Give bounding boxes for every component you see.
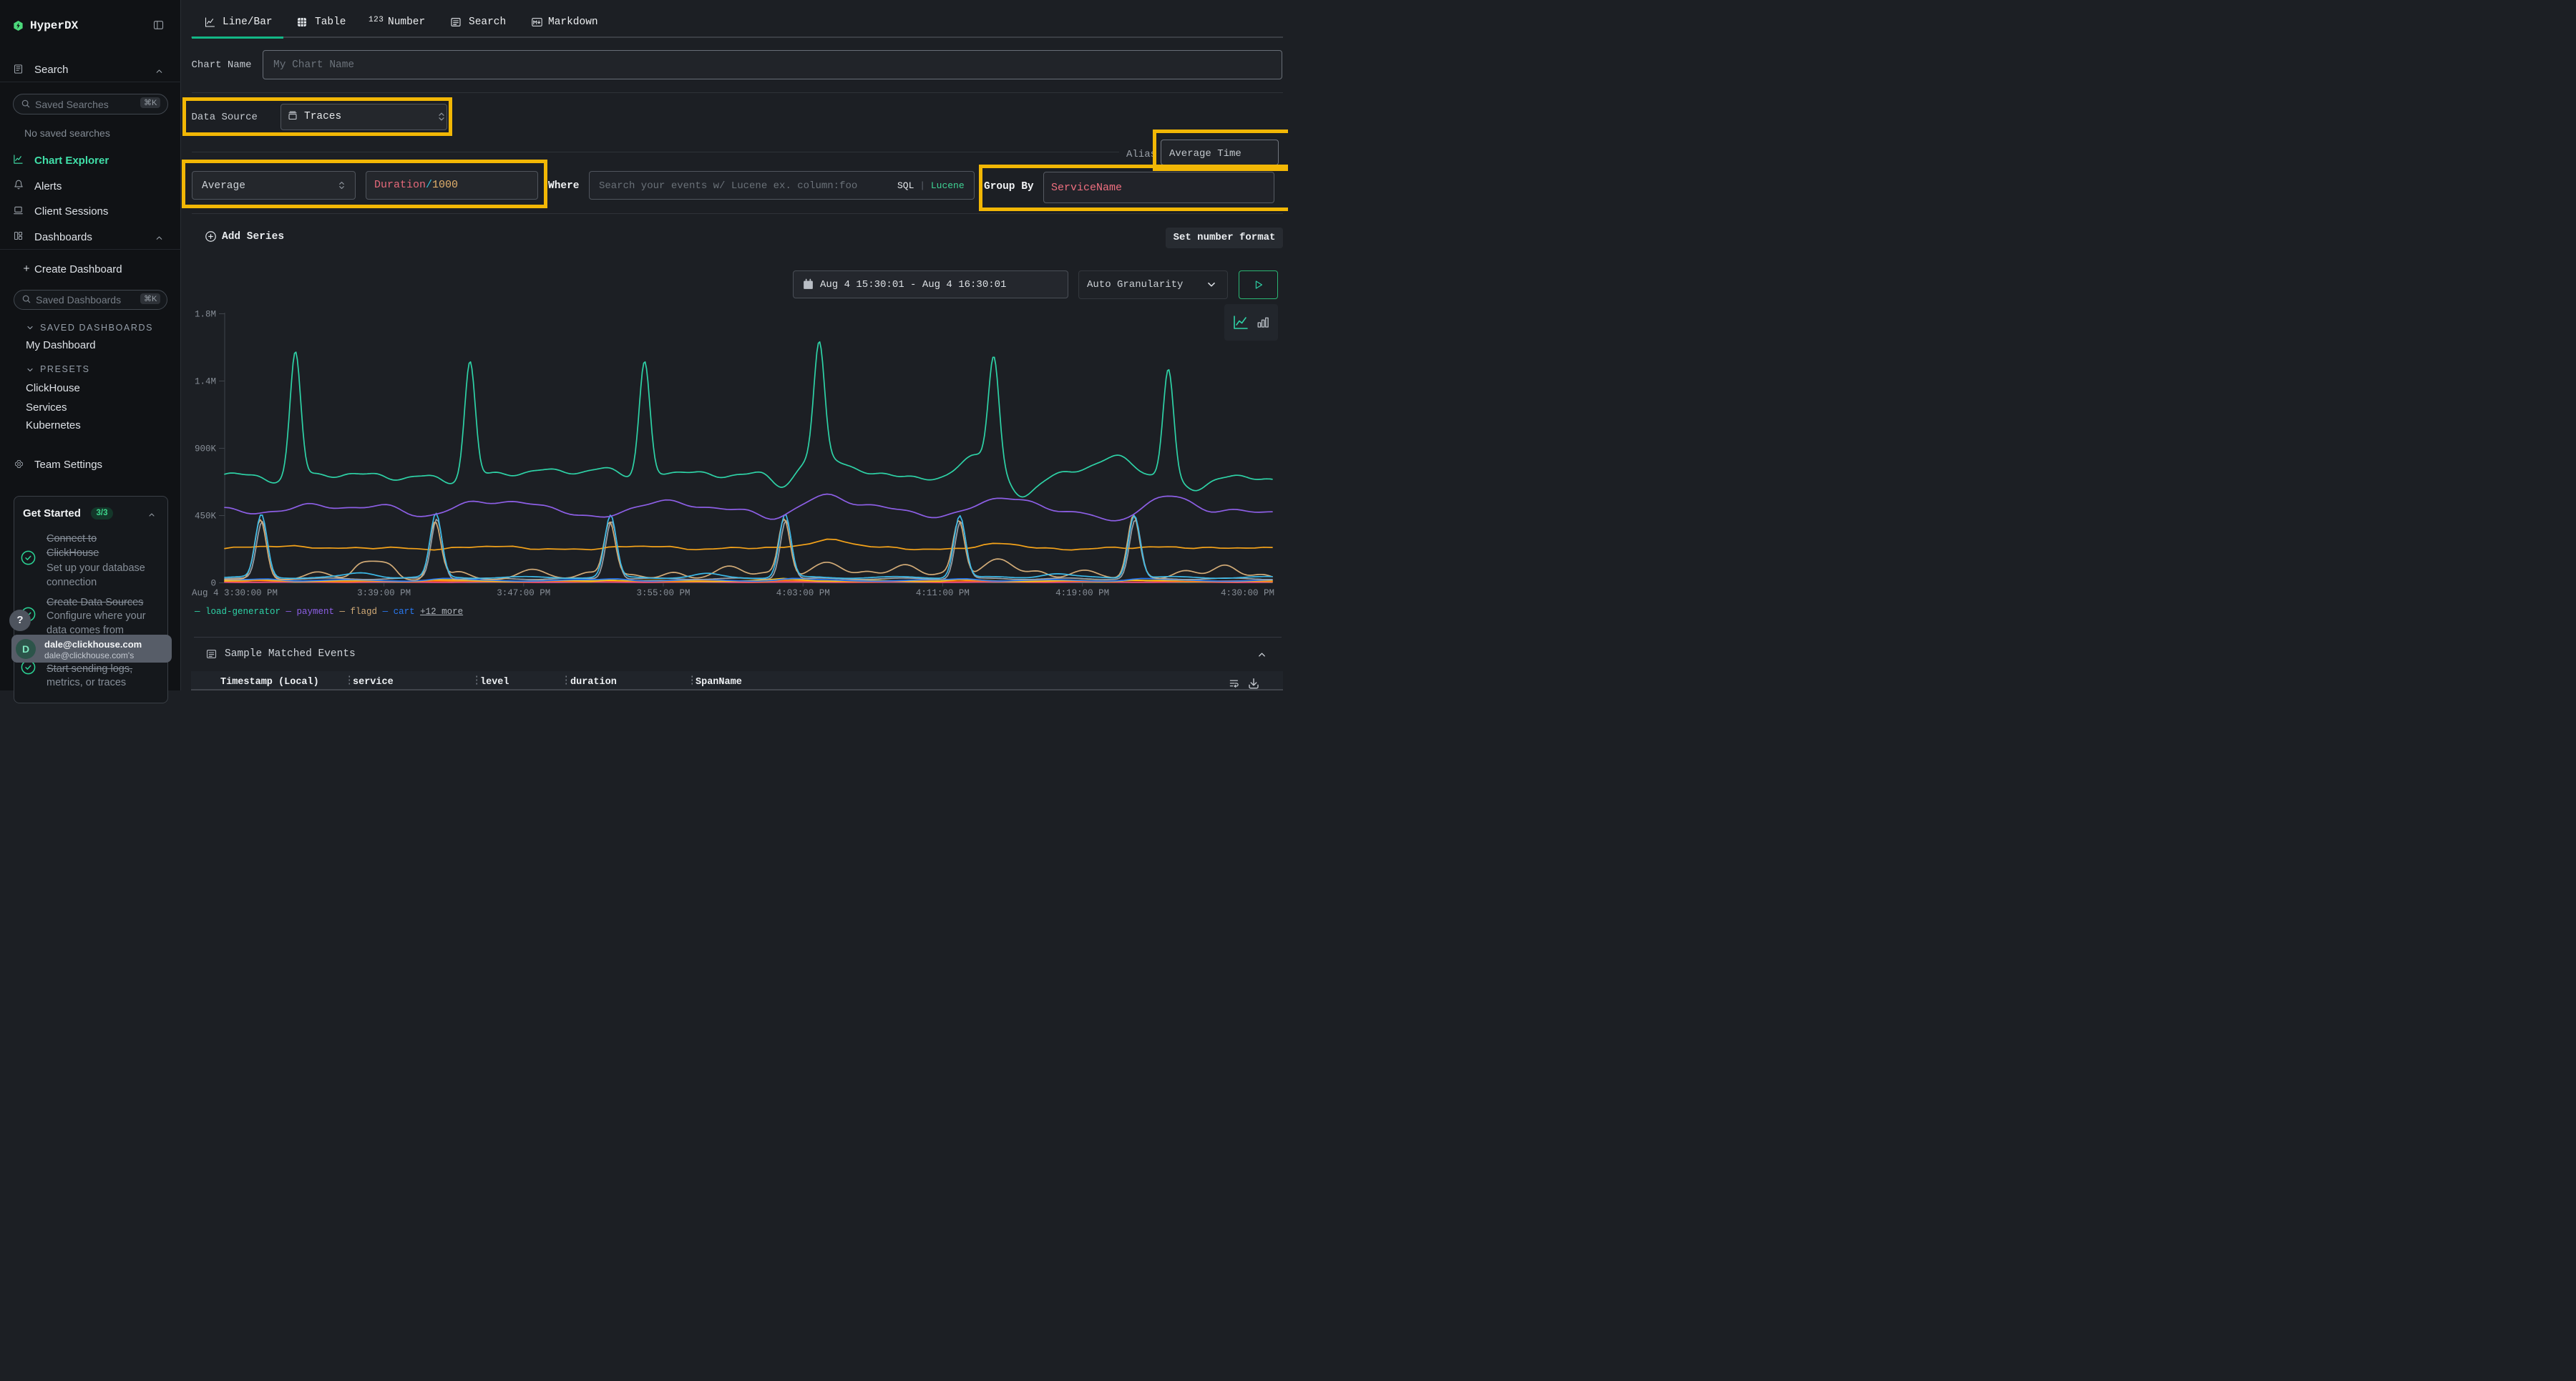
svg-text:900K: 900K <box>195 444 217 454</box>
svg-text:3:47:00 PM: 3:47:00 PM <box>497 588 550 598</box>
svg-text:450K: 450K <box>195 512 217 522</box>
svg-text:3:39:00 PM: 3:39:00 PM <box>357 588 411 598</box>
svg-text:4:19:00 PM: 4:19:00 PM <box>1055 588 1109 598</box>
svg-text:1.4M: 1.4M <box>195 377 216 387</box>
svg-text:4:11:00 PM: 4:11:00 PM <box>916 588 970 598</box>
svg-text:1.8M: 1.8M <box>195 310 216 320</box>
svg-text:3:55:00 PM: 3:55:00 PM <box>636 588 690 598</box>
svg-text:4:30:00 PM: 4:30:00 PM <box>1221 588 1274 598</box>
svg-text:Aug 4 3:30:00 PM: Aug 4 3:30:00 PM <box>192 588 278 598</box>
svg-text:0: 0 <box>210 579 216 589</box>
svg-text:4:03:00 PM: 4:03:00 PM <box>776 588 830 598</box>
